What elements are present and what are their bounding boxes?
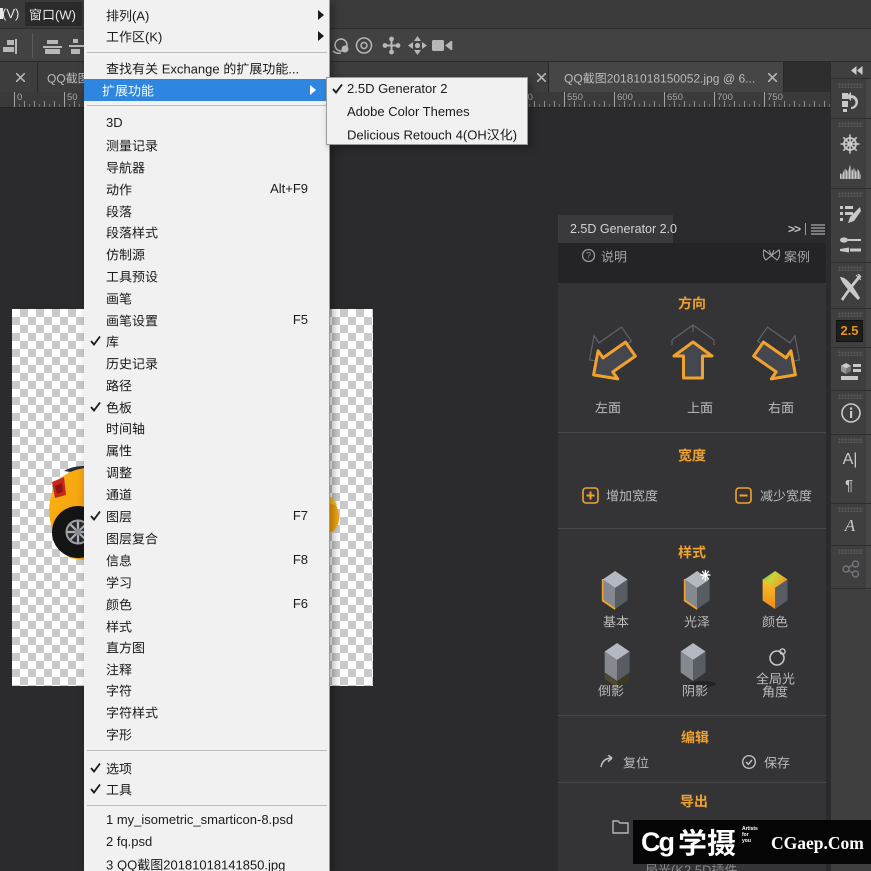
svg-text:?: ? bbox=[586, 250, 591, 260]
